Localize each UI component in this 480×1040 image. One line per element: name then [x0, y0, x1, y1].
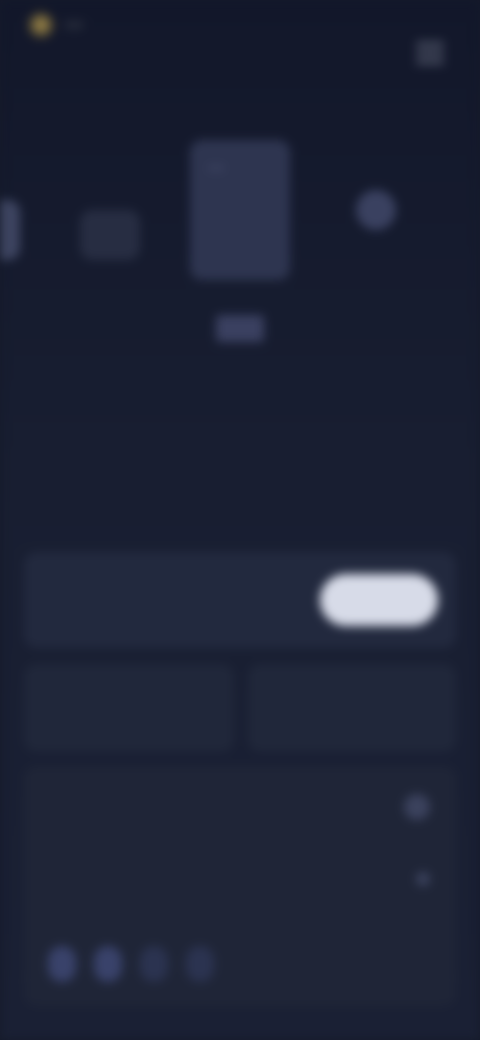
chip[interactable] — [186, 946, 214, 982]
hero-title — [0, 315, 480, 342]
chip-row — [48, 942, 438, 986]
carousel-card[interactable] — [356, 190, 396, 230]
carousel-card-featured[interactable] — [190, 140, 290, 280]
logo-text — [64, 21, 84, 29]
info-card-left — [24, 664, 234, 752]
top-header — [0, 0, 480, 64]
carousel-card[interactable] — [0, 200, 20, 260]
chevron-down-icon[interactable] — [416, 872, 430, 886]
tab-bar — [28, 478, 468, 518]
info-card-right — [248, 664, 456, 752]
swap-panel — [24, 766, 456, 1006]
header-actions — [416, 16, 444, 64]
connect-button[interactable] — [320, 574, 438, 626]
app-page — [0, 0, 480, 1040]
token-icon[interactable] — [404, 794, 430, 820]
brand-logo[interactable] — [28, 12, 84, 38]
connect-card — [24, 552, 456, 648]
carousel-card[interactable] — [80, 210, 140, 260]
carousel-card-title — [208, 166, 224, 170]
chip[interactable] — [94, 946, 122, 982]
logo-icon — [28, 12, 54, 38]
chip[interactable] — [48, 946, 76, 982]
hero-title-text — [216, 315, 264, 342]
chip[interactable] — [140, 946, 168, 982]
featured-carousel — [0, 140, 480, 280]
hamburger-icon[interactable] — [416, 42, 444, 64]
